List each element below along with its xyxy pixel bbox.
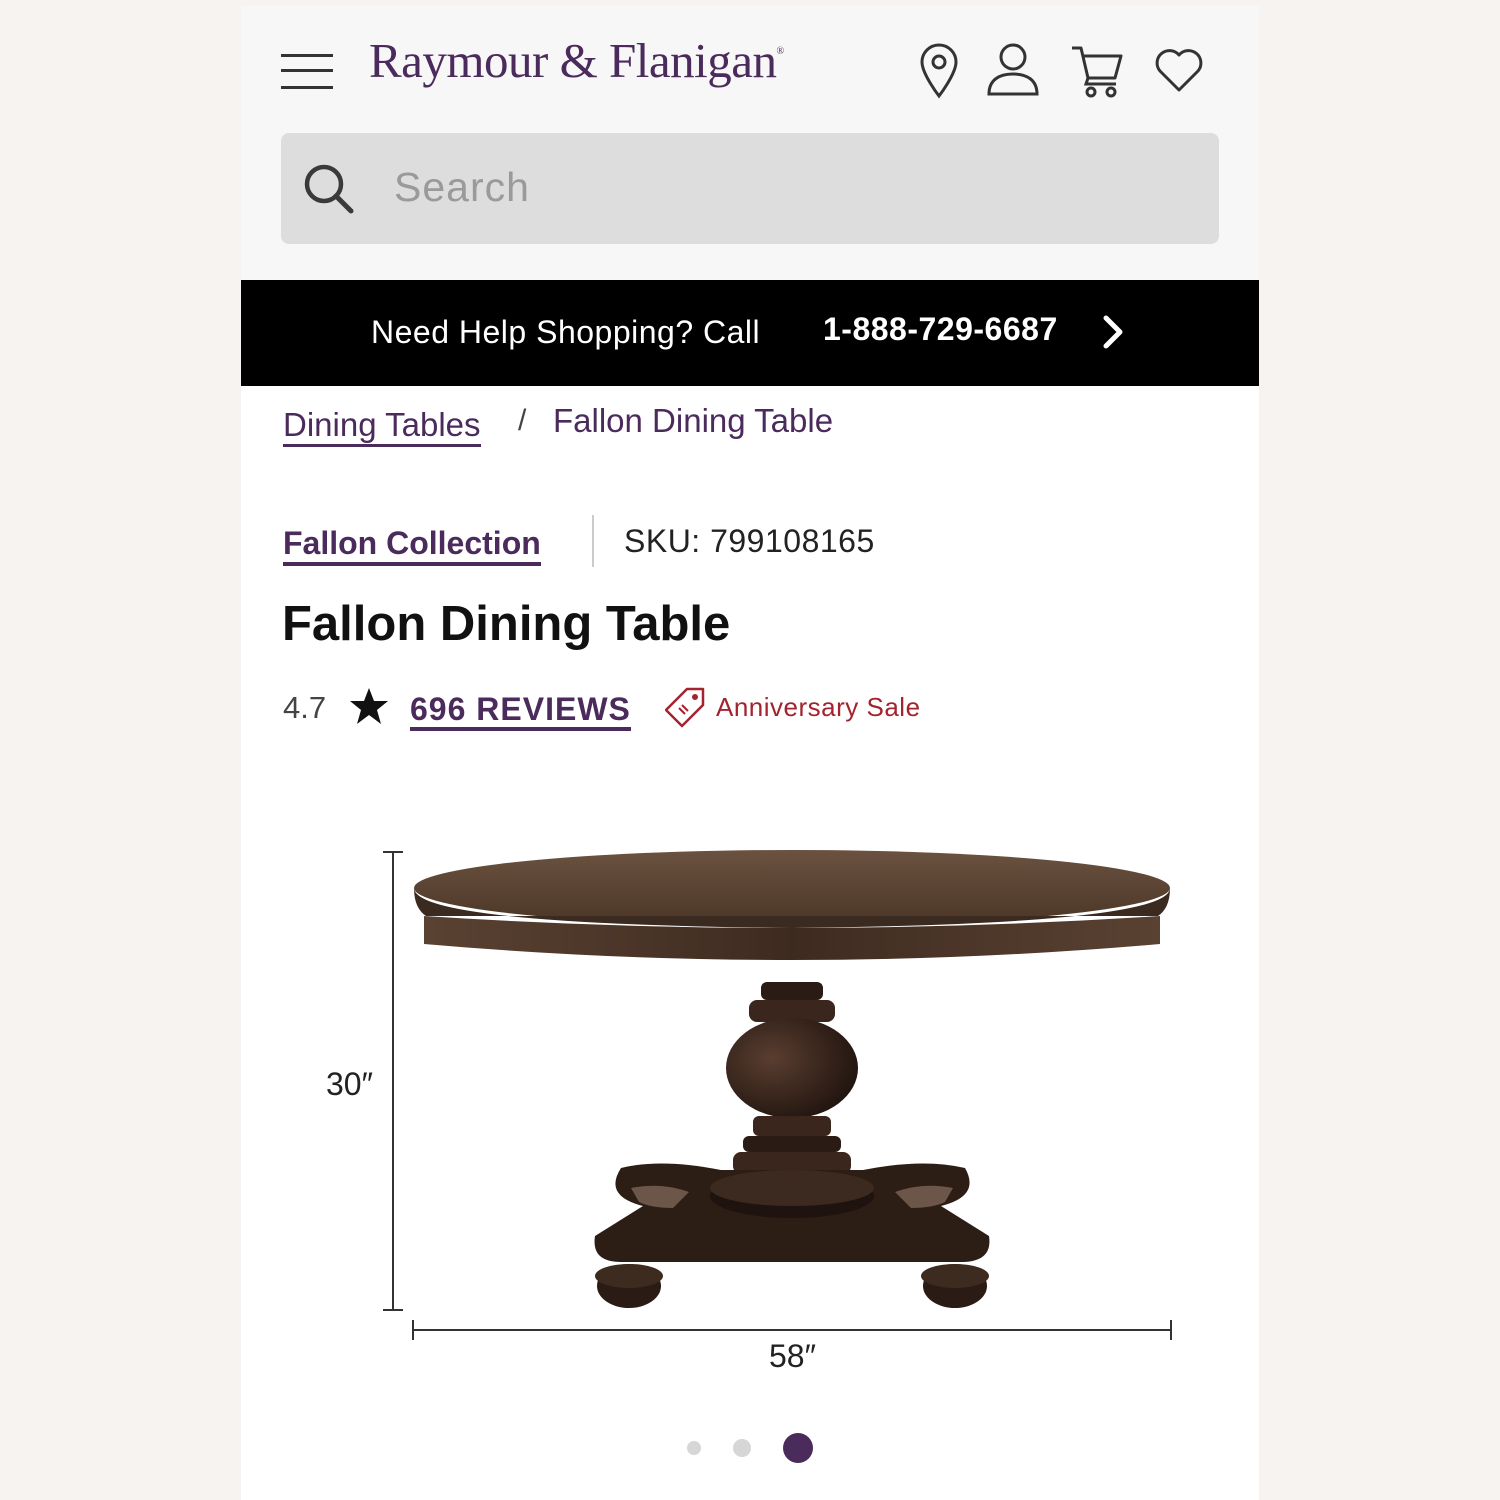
help-text: Need Help Shopping? Call <box>371 314 761 350</box>
heart-icon[interactable] <box>1151 40 1207 100</box>
price-tag-icon <box>665 687 705 728</box>
menu-icon[interactable] <box>281 50 333 90</box>
carousel-dot-active[interactable] <box>783 1433 813 1463</box>
dimension-height-label: 30″ <box>326 1066 373 1102</box>
carousel-dot[interactable] <box>687 1441 701 1455</box>
breadcrumb-current: Fallon Dining Table <box>553 402 834 439</box>
rating-value: 4.7 <box>283 690 327 725</box>
promo-label: Anniversary Sale <box>716 692 921 722</box>
cart-icon[interactable] <box>1069 40 1125 100</box>
help-banner[interactable]: Need Help Shopping? Call 1-888-729-6687 <box>241 280 1259 386</box>
product-image[interactable] <box>321 836 1181 1376</box>
breadcrumb-separator: / <box>518 404 527 437</box>
search-icon[interactable] <box>301 161 357 217</box>
divider <box>592 515 594 567</box>
search-input[interactable]: Search <box>394 164 530 211</box>
collection-link[interactable]: Fallon Collection <box>283 524 541 566</box>
location-pin-icon[interactable] <box>911 40 967 100</box>
page-title: Fallon Dining Table <box>282 597 731 651</box>
page: Raymour & Flanigan® Search Need Help Sho… <box>241 6 1259 1500</box>
star-icon <box>350 688 388 724</box>
reviews-link[interactable]: 696 REVIEWS <box>410 691 631 731</box>
site-header: Raymour & Flanigan® Search <box>241 6 1259 280</box>
account-icon[interactable] <box>985 40 1041 100</box>
carousel-dots <box>687 1431 817 1465</box>
sku-label: SKU: 799108165 <box>624 523 875 559</box>
help-phone-link[interactable]: 1-888-729-6687 <box>823 311 1058 348</box>
search-bar[interactable]: Search <box>281 133 1219 244</box>
dimension-width-label: 58″ <box>769 1338 816 1374</box>
chevron-right-icon[interactable] <box>1101 314 1125 350</box>
breadcrumb-dining-tables[interactable]: Dining Tables <box>283 406 481 447</box>
carousel-dot[interactable] <box>733 1439 751 1457</box>
logo[interactable]: Raymour & Flanigan® <box>369 32 784 89</box>
